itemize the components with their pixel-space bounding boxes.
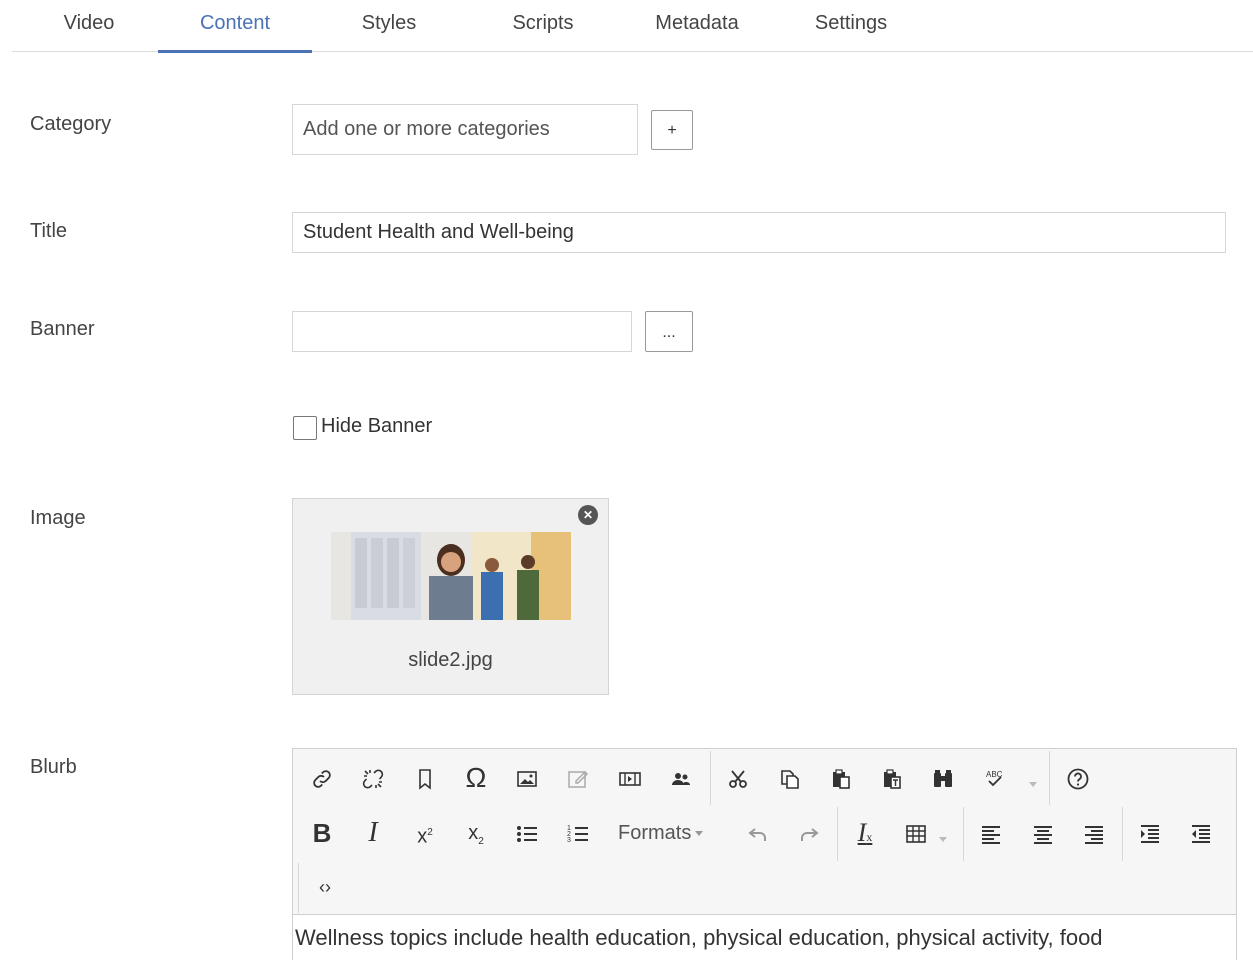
- blurb-label: Blurb: [30, 756, 77, 778]
- align-right-icon[interactable]: [1074, 813, 1114, 853]
- tab-scripts[interactable]: Scripts: [466, 0, 620, 52]
- add-category-button[interactable]: +: [651, 110, 693, 150]
- paste-icon[interactable]: [821, 758, 861, 798]
- banner-input[interactable]: [292, 311, 632, 352]
- link-icon[interactable]: [302, 758, 342, 798]
- unlink-icon[interactable]: [353, 758, 393, 798]
- find-icon[interactable]: [923, 758, 963, 798]
- edit-image-icon[interactable]: [558, 758, 598, 798]
- formats-dropdown[interactable]: Formats: [618, 813, 704, 853]
- copy-icon[interactable]: [769, 758, 809, 798]
- hide-banner-checkbox[interactable]: [293, 416, 317, 440]
- align-left-icon[interactable]: [971, 813, 1011, 853]
- title-input[interactable]: [292, 212, 1226, 253]
- outdent-icon[interactable]: [1181, 813, 1221, 853]
- title-label: Title: [30, 220, 68, 242]
- superscript-icon[interactable]: x2: [405, 813, 445, 853]
- spellcheck-icon[interactable]: ABC: [975, 758, 1015, 798]
- bullet-list-icon[interactable]: [507, 813, 547, 853]
- italic-icon[interactable]: I: [353, 813, 393, 853]
- hide-banner-label[interactable]: Hide Banner: [321, 415, 432, 438]
- image-thumbnail[interactable]: [331, 532, 571, 620]
- subscript-icon[interactable]: x2: [456, 813, 496, 853]
- align-center-icon[interactable]: [1023, 813, 1063, 853]
- browse-banner-button[interactable]: ...: [645, 311, 693, 352]
- cut-icon[interactable]: [718, 758, 758, 798]
- category-input[interactable]: [292, 104, 638, 155]
- media-icon[interactable]: [610, 758, 650, 798]
- tab-settings[interactable]: Settings: [774, 0, 928, 52]
- editor-toolbar: Ω ABC B I x2 x2 1 2 3 Formats Ix ‹›: [293, 749, 1236, 915]
- tab-styles[interactable]: Styles: [312, 0, 466, 52]
- tab-content[interactable]: Content: [158, 0, 312, 53]
- help-icon[interactable]: [1058, 758, 1098, 798]
- undo-icon[interactable]: [738, 813, 778, 853]
- category-label: Category: [30, 113, 112, 135]
- bold-icon[interactable]: B: [302, 813, 342, 853]
- image-label: Image: [30, 507, 86, 529]
- spellcheck-dropdown-icon[interactable]: [1025, 776, 1037, 794]
- omega-icon[interactable]: Ω: [456, 758, 496, 798]
- numbered-list-icon[interactable]: 123: [558, 813, 598, 853]
- formats-label: Formats: [618, 822, 692, 844]
- bookmark-icon[interactable]: [405, 758, 445, 798]
- indent-icon[interactable]: [1130, 813, 1170, 853]
- people-icon[interactable]: [661, 758, 701, 798]
- tab-video[interactable]: Video: [12, 0, 166, 52]
- rich-text-editor: Ω ABC B I x2 x2 1 2 3 Formats Ix ‹› Well…: [292, 748, 1237, 960]
- table-dropdown-icon[interactable]: [935, 831, 947, 849]
- close-circle-icon[interactable]: ✕: [578, 505, 598, 525]
- image-card: ✕ slide2.jpg: [292, 498, 609, 695]
- editor-content[interactable]: Wellness topics include health education…: [293, 916, 1236, 960]
- image-filename: slide2.jpg: [408, 649, 493, 671]
- svg-text:3: 3: [567, 837, 571, 844]
- tab-metadata[interactable]: Metadata: [620, 0, 774, 52]
- banner-label: Banner: [30, 318, 95, 340]
- redo-icon[interactable]: [789, 813, 829, 853]
- table-icon[interactable]: [896, 813, 936, 853]
- image-icon[interactable]: [507, 758, 547, 798]
- source-code-icon[interactable]: ‹›: [305, 867, 345, 907]
- chevron-down-icon: [695, 831, 704, 837]
- paste-text-icon[interactable]: [872, 758, 912, 798]
- tab-bar: Video Content Styles Scripts Metadata Se…: [12, 0, 1253, 53]
- clear-format-icon[interactable]: Ix: [845, 813, 885, 853]
